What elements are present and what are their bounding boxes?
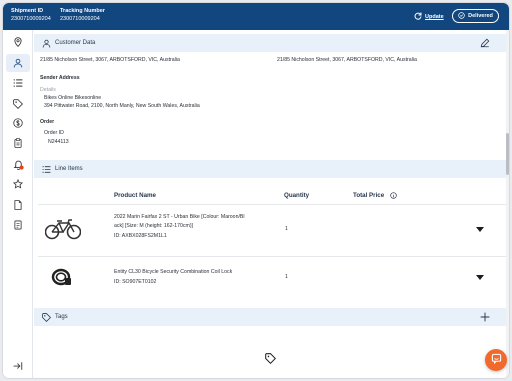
sender-name: Bikes Online Bikesonline <box>44 95 102 101</box>
header-divider <box>38 204 506 205</box>
receiver-address: 21/85 Nicholson Street, 3067, ARBOTSFORD… <box>40 57 180 63</box>
main-content: Customer Data 21/85 Nicholson Street, 30… <box>34 30 509 378</box>
tags-empty-icon <box>265 353 276 364</box>
product-quantity: 1 <box>285 226 288 232</box>
status-icon <box>458 11 465 21</box>
product-quantity: 1 <box>285 274 288 280</box>
details-label: Details <box>40 87 56 93</box>
sender-address-heading: Sender Address <box>40 75 80 81</box>
bike-thumbnail <box>45 218 81 240</box>
list-icon[interactable] <box>12 77 24 89</box>
chat-icon <box>491 351 502 369</box>
line-items-header[interactable]: Line Items <box>34 160 507 178</box>
update-label: Update <box>425 14 444 20</box>
caret-down-icon[interactable] <box>476 275 484 280</box>
refresh-icon <box>414 12 422 22</box>
location-pin-icon[interactable] <box>12 36 24 48</box>
lock-thumbnail <box>51 266 73 288</box>
update-button[interactable]: Update <box>414 12 444 22</box>
shipment-id-label: Shipment ID <box>11 8 44 14</box>
star-icon[interactable] <box>12 178 24 190</box>
billing-address: 21/85 Nicholson Street, 3067, ARBOTSFORD… <box>277 57 417 63</box>
dollar-icon[interactable] <box>12 117 24 129</box>
collapse-icon[interactable] <box>12 360 24 372</box>
shipment-id-value: 2300710009204 <box>11 16 51 22</box>
tag-icon[interactable] <box>12 98 24 110</box>
order-id-value: N244113 <box>48 139 69 145</box>
add-tag-icon[interactable] <box>480 312 490 322</box>
edit-icon[interactable] <box>480 38 490 48</box>
sidebar <box>3 30 33 378</box>
tracking-number-label: Tracking Number <box>60 8 105 14</box>
product-name-line2: ack] [Size: M (height: 162-170cm)] <box>114 223 193 229</box>
product-id: ID: AXBX028FS2M1L1 <box>114 233 167 239</box>
customer-data-header[interactable]: Customer Data <box>34 34 507 52</box>
caret-down-icon[interactable] <box>476 227 484 232</box>
column-product-name: Product Name <box>114 192 156 199</box>
scrollbar-thumb[interactable] <box>506 133 509 175</box>
customer-data-title: Customer Data <box>55 40 96 46</box>
order-heading: Order <box>40 119 55 125</box>
top-bar: Shipment ID 2300710009204 Tracking Numbe… <box>3 3 509 30</box>
tags-header[interactable]: Tags <box>34 308 507 326</box>
status-badge[interactable]: Delivered <box>452 9 499 23</box>
user-icon[interactable] <box>6 54 30 72</box>
info-icon[interactable] <box>390 192 397 199</box>
list-icon <box>42 165 51 174</box>
line-items-title: Line Items <box>55 166 83 172</box>
shipment-id-block: Shipment ID 2300710009204 <box>11 7 51 24</box>
row-divider <box>38 256 506 257</box>
app-window: Shipment ID 2300710009204 Tracking Numbe… <box>3 3 509 378</box>
column-quantity: Quantity <box>284 192 310 199</box>
tag-icon <box>42 312 51 322</box>
tracking-number-value: 2300710009204 <box>60 16 100 22</box>
tracking-number-block: Tracking Number 2300710009204 <box>60 7 105 24</box>
product-id: ID: SO907ET0102 <box>114 279 157 285</box>
clipboard-icon[interactable] <box>12 137 24 149</box>
sender-address: 394 Pittwater Road, 2100, North Manly, N… <box>44 103 200 109</box>
document-icon[interactable] <box>12 219 24 231</box>
scrollbar-track[interactable] <box>506 30 509 378</box>
product-name-line1: 2022 Marin Fairfax 2 ST - Urban Bike [Co… <box>114 214 245 220</box>
status-label: Delivered <box>468 13 493 19</box>
file-icon[interactable] <box>12 199 24 211</box>
chat-button[interactable] <box>485 349 507 371</box>
tags-title: Tags <box>55 314 68 320</box>
bell-icon[interactable] <box>12 158 24 170</box>
product-name-line1: Entity CL30 Bicycle Security Combination… <box>114 269 233 275</box>
column-total-price: Total Price <box>353 192 385 199</box>
user-icon <box>42 39 51 48</box>
order-id-label: Order ID <box>44 130 64 136</box>
